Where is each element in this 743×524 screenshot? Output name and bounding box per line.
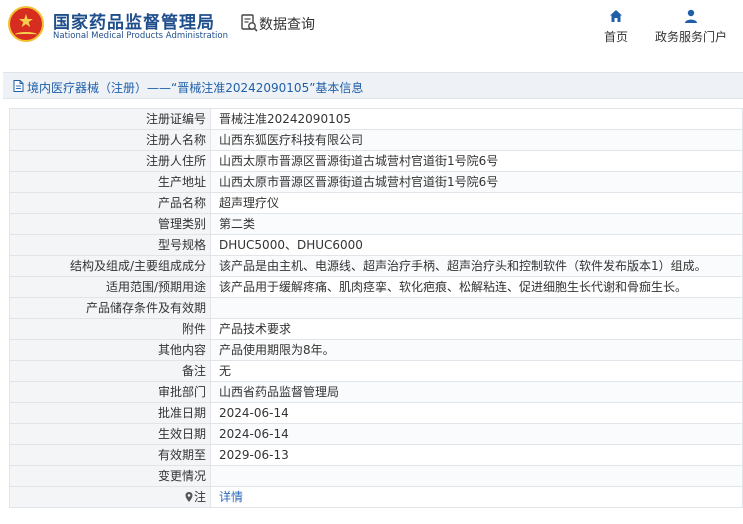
field-label: 批准日期 — [9, 402, 211, 424]
org-name-cn[interactable]: 国家药品监督管理局 — [53, 8, 215, 33]
table-row: 结构及组成/主要组成成分 该产品是由主机、电源线、超声治疗手柄、超声治疗头和控制软… — [9, 255, 743, 277]
field-label: 审批部门 — [9, 381, 211, 403]
field-label: 其他内容 — [9, 339, 211, 361]
national-emblem-logo: ★ — [8, 6, 44, 42]
table-row: 适用范围/预期用途 该产品用于缓解疼痛、肌肉痉挛、软化疤痕、松解粘连、促进细胞生长… — [9, 276, 743, 298]
details-link[interactable]: 详情 — [210, 486, 743, 508]
field-value — [210, 297, 743, 319]
field-value: 无 — [210, 360, 743, 382]
field-value: 晋械注准20242090105 — [210, 108, 743, 130]
table-row: 其他内容 产品使用期限为8年。 — [9, 339, 743, 361]
field-value: 2024-06-14 — [210, 402, 743, 424]
field-value: 第二类 — [210, 213, 743, 235]
document-icon — [13, 80, 24, 92]
breadcrumb-text: 境内医疗器械（注册）——“晋械注准20242090105”基本信息 — [27, 81, 364, 95]
table-row: 注册人名称 山西东狐医疗科技有限公司 — [9, 129, 743, 151]
field-label: 管理类别 — [9, 213, 211, 235]
org-name-en[interactable]: National Medical Products Administration — [53, 31, 228, 41]
table-row: 管理类别 第二类 — [9, 213, 743, 235]
registration-detail-table: 注册证编号 晋械注准20242090105 注册人名称 山西东狐医疗科技有限公司 注册人… — [9, 108, 743, 508]
table-row: 有效期至 2029-06-13 — [9, 444, 743, 466]
field-value — [210, 465, 743, 487]
table-row: 备注无 — [9, 360, 743, 382]
field-label: 注册人名称 — [9, 129, 211, 151]
table-row-note: 注详情 — [9, 486, 743, 508]
field-label: 备注 — [9, 360, 211, 382]
table-row: 审批部门 山西省药品监督管理局 — [9, 381, 743, 403]
note-label: 注 — [193, 490, 206, 504]
table-row: 产品储存条件及有效期 — [9, 297, 743, 319]
table-row: 型号规格 DHUC5000、DHUC6000 — [9, 234, 743, 256]
field-value: 该产品用于缓解疼痛、肌肉痉挛、软化疤痕、松解粘连、促进细胞生长代谢和骨痂生长。 — [210, 276, 743, 298]
home-icon — [610, 10, 622, 22]
table-row: 批准日期 2024-06-14 — [9, 402, 743, 424]
field-value: 产品使用期限为8年。 — [210, 339, 743, 361]
field-label: 结构及组成/主要组成成分 — [9, 255, 211, 277]
user-icon — [685, 9, 697, 23]
nav-home-label: 首页 — [603, 30, 628, 44]
field-label: 生效日期 — [9, 423, 211, 445]
field-value: 该产品是由主机、电源线、超声治疗手柄、超声治疗头和控制软件（软件发布版本1）组成… — [210, 255, 743, 277]
field-value: 山西太原市晋源区晋源街道古城营村官道街1号院6号 — [210, 150, 743, 172]
field-label: 产品储存条件及有效期 — [9, 297, 211, 319]
table-row: 变更情况 — [9, 465, 743, 487]
field-value: DHUC5000、DHUC6000 — [210, 234, 743, 256]
star-icon: ★ — [17, 11, 35, 32]
field-value: 山西太原市晋源区晋源街道古城营村官道街1号院6号 — [210, 171, 743, 193]
table-row: 注册人住所 山西太原市晋源区晋源街道古城营村官道街1号院6号 — [9, 150, 743, 172]
site-header: ★ 国家药品监督管理局 National Medical Products Ad… — [0, 0, 743, 56]
nav-services-label: 政务服务门户 — [654, 30, 727, 44]
field-label: 注册人住所 — [9, 150, 211, 172]
field-value: 2024-06-14 — [210, 423, 743, 445]
table-row: 生产地址 山西太原市晋源区晋源街道古城营村官道街1号院6号 — [9, 171, 743, 193]
field-label: 注册证编号 — [9, 108, 211, 130]
table-row: 生效日期 2024-06-14 — [9, 423, 743, 445]
field-value: 超声理疗仪 — [210, 192, 743, 214]
field-label: 变更情况 — [9, 465, 211, 487]
location-pin-icon — [185, 492, 193, 502]
nav-services-portal[interactable]: 政务服务门户 — [653, 8, 729, 45]
breadcrumb: 境内医疗器械（注册）——“晋械注准20242090105”基本信息 — [3, 72, 743, 99]
field-label: 有效期至 — [9, 444, 211, 466]
field-value: 山西东狐医疗科技有限公司 — [210, 129, 743, 151]
field-value: 山西省药品监督管理局 — [210, 381, 743, 403]
field-label: 型号规格 — [9, 234, 211, 256]
field-label: 附件 — [9, 318, 211, 340]
nav-home[interactable]: 首页 — [601, 8, 631, 45]
section-title: 数据查询 — [259, 17, 315, 33]
table-row: 附件 产品技术要求 — [9, 318, 743, 340]
field-label: 适用范围/预期用途 — [9, 276, 211, 298]
field-value: 2029-06-13 — [210, 444, 743, 466]
field-label: 产品名称 — [9, 192, 211, 214]
note-label-cell: 注 — [9, 486, 211, 508]
table-row: 产品名称 超声理疗仪 — [9, 192, 743, 214]
field-label: 生产地址 — [9, 171, 211, 193]
field-value: 产品技术要求 — [210, 318, 743, 340]
data-search-icon — [241, 14, 258, 32]
table-row: 注册证编号 晋械注准20242090105 — [9, 108, 743, 130]
